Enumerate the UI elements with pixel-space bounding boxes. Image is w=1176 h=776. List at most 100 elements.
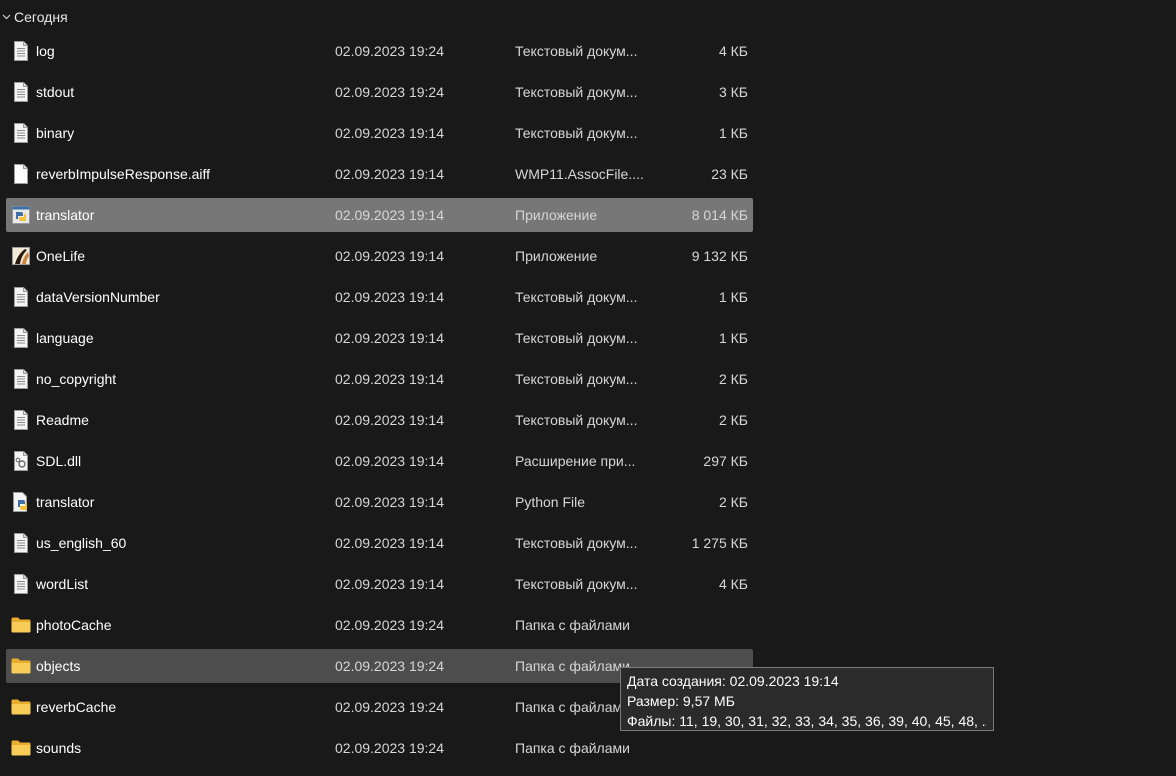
file-size: 23 КБ [711, 166, 748, 182]
file-date-modified: 02.09.2023 19:24 [335, 43, 444, 59]
file-name: binary [36, 125, 75, 141]
file-date-modified: 02.09.2023 19:14 [335, 535, 444, 551]
text-file-icon [11, 410, 31, 430]
folder-icon [11, 738, 31, 758]
tooltip-size: Размер: 9,57 МБ [627, 693, 735, 709]
file-name: log [36, 43, 55, 59]
file-row[interactable]: binary 02.09.2023 19:14 Текстовый докум...… [0, 113, 760, 154]
text-file-icon [11, 533, 31, 553]
file-name: dataVersionNumber [36, 289, 160, 305]
file-date-modified: 02.09.2023 19:24 [335, 658, 444, 674]
file-date-modified: 02.09.2023 19:14 [335, 125, 444, 141]
file-row[interactable]: translator 02.09.2023 19:14 Приложение 8 01… [0, 195, 760, 236]
group-header-today[interactable]: Сегодня [0, 6, 68, 28]
file-name: photoCache [36, 617, 112, 633]
dll-file-icon [11, 451, 31, 471]
file-date-modified: 02.09.2023 19:14 [335, 166, 444, 182]
file-name: no_copyright [36, 371, 117, 387]
python-file-icon [11, 492, 31, 512]
file-date-modified: 02.09.2023 19:24 [335, 617, 444, 633]
file-row[interactable]: us_english_60 02.09.2023 19:14 Текстовый д… [0, 523, 760, 564]
file-size: 1 КБ [718, 125, 748, 141]
blank-file-icon [11, 164, 31, 184]
file-date-modified: 02.09.2023 19:14 [335, 330, 444, 346]
file-size: 1 КБ [718, 289, 748, 305]
folder-icon [11, 697, 31, 717]
file-date-modified: 02.09.2023 19:14 [335, 453, 444, 469]
file-name: us_english_60 [36, 535, 127, 551]
file-size: 4 КБ [718, 576, 748, 592]
file-type: Папка с файлами [515, 658, 630, 674]
python-exe-icon [11, 205, 31, 225]
file-size: 2 КБ [718, 412, 748, 428]
text-file-icon [11, 41, 31, 61]
file-name: OneLife [36, 248, 86, 264]
file-row[interactable]: translator 02.09.2023 19:14 Python File 2 К… [0, 482, 760, 523]
file-row[interactable]: dataVersionNumber 02.09.2023 19:14 Текстов… [0, 277, 760, 318]
file-type: Папка с файлами [515, 740, 630, 756]
file-name: Readme [36, 412, 89, 428]
file-size: 1 275 КБ [691, 535, 748, 551]
file-name: reverbCache [36, 699, 117, 715]
file-row[interactable]: stdout 02.09.2023 19:24 Текстовый докум...… [0, 72, 760, 113]
text-file-icon [11, 123, 31, 143]
file-row[interactable]: wordList 02.09.2023 19:14 Текстовый докум.… [0, 564, 760, 605]
file-size: 1 КБ [718, 330, 748, 346]
file-name: sounds [36, 740, 82, 756]
file-size: 9 132 КБ [691, 248, 748, 264]
text-file-icon [11, 287, 31, 307]
file-size: 3 КБ [718, 84, 748, 100]
onelife-app-icon [11, 246, 31, 266]
file-type: Приложение [515, 248, 598, 264]
file-type: Папка с файлами [515, 617, 630, 633]
file-name: reverbImpulseResponse.aiff [36, 166, 211, 182]
file-date-modified: 02.09.2023 19:24 [335, 84, 444, 100]
file-row[interactable]: log 02.09.2023 19:24 Текстовый докум... 4 К… [0, 31, 760, 72]
file-type: Python File [515, 494, 586, 510]
tooltip-files: Файлы: 11, 19, 30, 31, 32, 33, 34, 35, 3… [627, 713, 987, 729]
file-name: language [36, 330, 94, 346]
file-explorer-list: Сегодня log 02.09.2023 19:24 Текстовый док… [0, 0, 1176, 776]
file-date-modified: 02.09.2023 19:14 [335, 289, 444, 305]
folder-icon [11, 615, 31, 635]
file-type: Папка с файлами [515, 699, 630, 715]
file-date-modified: 02.09.2023 19:24 [335, 699, 444, 715]
chevron-down-icon[interactable] [0, 11, 12, 23]
file-date-modified: 02.09.2023 19:14 [335, 371, 444, 387]
file-row[interactable]: no_copyright 02.09.2023 19:14 Текстовый до… [0, 359, 760, 400]
file-size: 297 КБ [703, 453, 748, 469]
group-header-label: Сегодня [14, 9, 68, 25]
folder-info-tooltip: Дата создания: 02.09.2023 19:14 Размер: … [620, 667, 994, 731]
file-name: translator [36, 494, 95, 510]
file-name: translator [36, 207, 95, 223]
file-row[interactable]: OneLife 02.09.2023 19:14 Приложение 9 132 К… [0, 236, 760, 277]
text-file-icon [11, 82, 31, 102]
file-row[interactable]: SDL.dll 02.09.2023 19:14 Расширение при...… [0, 441, 760, 482]
file-date-modified: 02.09.2023 19:14 [335, 248, 444, 264]
file-date-modified: 02.09.2023 19:24 [335, 740, 444, 756]
text-file-icon [11, 369, 31, 389]
file-name: wordList [36, 576, 89, 592]
tooltip-created: Дата создания: 02.09.2023 19:14 [627, 673, 839, 689]
file-name: SDL.dll [36, 453, 82, 469]
file-date-modified: 02.09.2023 19:14 [335, 576, 444, 592]
file-row[interactable]: language 02.09.2023 19:14 Текстовый докум.… [0, 318, 760, 359]
file-date-modified: 02.09.2023 19:14 [335, 494, 444, 510]
file-date-modified: 02.09.2023 19:14 [335, 207, 444, 223]
file-name: stdout [36, 84, 75, 100]
folder-row[interactable]: photoCache 02.09.2023 19:24 Папка с файлам… [0, 605, 760, 646]
file-size: 2 КБ [718, 494, 748, 510]
file-type: Приложение [515, 207, 598, 223]
text-file-icon [11, 574, 31, 594]
file-rows: log 02.09.2023 19:24 Текстовый докум... 4 К… [0, 31, 760, 769]
folder-row[interactable]: sounds 02.09.2023 19:24 Папка с файлами [0, 728, 760, 769]
file-size: 8 014 КБ [691, 207, 748, 223]
file-row[interactable]: Readme 02.09.2023 19:14 Текстовый докум...… [0, 400, 760, 441]
file-size: 2 КБ [718, 371, 748, 387]
file-name: objects [36, 658, 81, 674]
file-size: 4 КБ [718, 43, 748, 59]
folder-icon [11, 656, 31, 676]
file-date-modified: 02.09.2023 19:14 [335, 412, 444, 428]
file-row[interactable]: reverbImpulseResponse.aiff 02.09.2023 19:… [0, 154, 760, 195]
text-file-icon [11, 328, 31, 348]
